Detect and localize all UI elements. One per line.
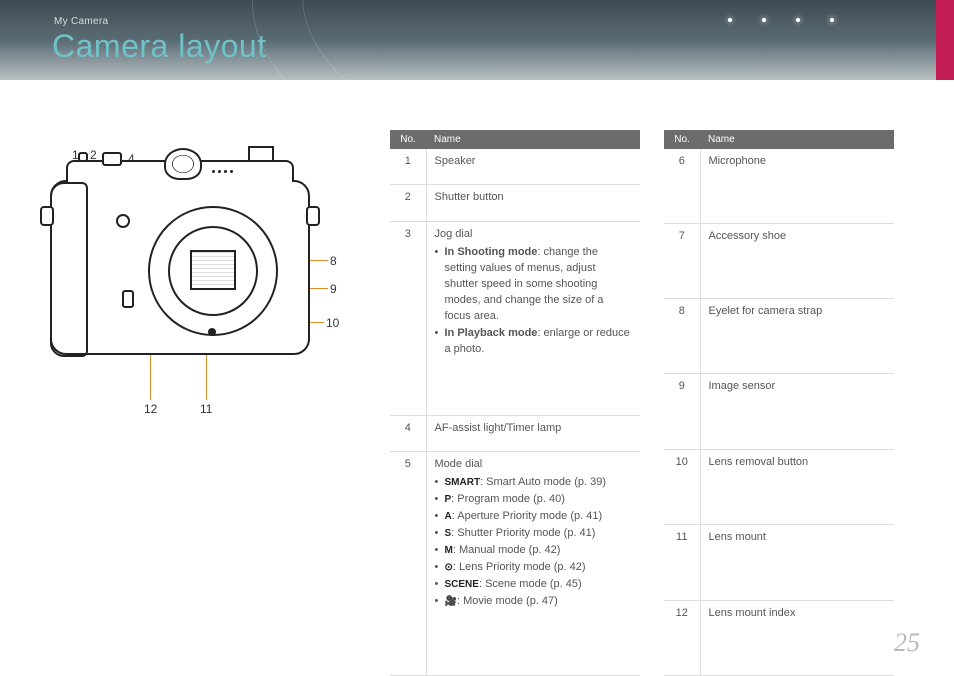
diagram-area: 1 2 3 4 5 6 7 8 9 10 12 11 <box>0 120 390 676</box>
grip <box>50 182 88 357</box>
callout-11: 11 <box>200 402 212 416</box>
callout-12: 12 <box>144 402 157 416</box>
tables-area: No. Name 1Speaker2Shutter button3Jog dia… <box>390 120 894 676</box>
mode-icon: P <box>445 494 452 505</box>
cell-name: Mode dialSMART: Smart Auto mode (p. 39)P… <box>426 452 640 676</box>
mode-icon: S <box>445 528 452 539</box>
camera-diagram <box>50 180 330 355</box>
mode-dial-icon <box>164 148 202 180</box>
page-title: Camera layout <box>52 28 267 65</box>
cell-no: 1 <box>390 149 426 185</box>
list-item: M: Manual mode (p. 42) <box>435 543 633 559</box>
cell-no: 4 <box>390 415 426 452</box>
cell-no: 9 <box>664 374 700 449</box>
mode-icon: SMART <box>445 477 481 488</box>
camera-body <box>50 180 310 355</box>
cell-name: Speaker <box>426 149 640 185</box>
list-item: S: Shutter Priority mode (p. 41) <box>435 526 633 542</box>
image-sensor-icon <box>190 250 236 290</box>
table-row: 10Lens removal button <box>664 449 894 524</box>
th-name: Name <box>426 130 640 149</box>
cell-no: 5 <box>390 452 426 676</box>
table-row: 1Speaker <box>390 149 640 185</box>
cell-name: Shutter button <box>426 185 640 222</box>
cell-name: AF-assist light/Timer lamp <box>426 415 640 452</box>
microphone-icon <box>212 170 233 173</box>
cell-no: 10 <box>664 449 700 524</box>
table-row: 12Lens mount index <box>664 600 894 675</box>
cell-no: 12 <box>664 600 700 675</box>
table-row: 2Shutter button <box>390 185 640 222</box>
table-row: 9Image sensor <box>664 374 894 449</box>
speaker-icon <box>78 152 88 162</box>
mode-icon: SCENE <box>445 579 479 590</box>
list-item: 🎥: Movie mode (p. 47) <box>435 594 633 610</box>
cell-no: 2 <box>390 185 426 222</box>
list-item: SCENE: Scene mode (p. 45) <box>435 577 633 593</box>
af-assist-light-icon <box>116 214 130 228</box>
th-no: No. <box>390 130 426 149</box>
mode-icon: 🎥 <box>445 596 457 607</box>
breadcrumb: My Camera <box>54 16 108 27</box>
table-row: 4AF-assist light/Timer lamp <box>390 415 640 452</box>
shutter-button-icon <box>102 152 122 166</box>
mode-icon: A <box>445 511 452 522</box>
list-item: SMART: Smart Auto mode (p. 39) <box>435 475 633 491</box>
table-row: 7Accessory shoe <box>664 223 894 298</box>
accent-bar <box>936 0 954 80</box>
th-name-2: Name <box>700 130 894 149</box>
content-area: 1 2 3 4 5 6 7 8 9 10 12 11 <box>0 120 954 676</box>
lens-mount-index-icon <box>208 328 216 336</box>
table-row: 3Jog dialIn Shooting mode: change the se… <box>390 222 640 416</box>
table-row: 5Mode dialSMART: Smart Auto mode (p. 39)… <box>390 452 640 676</box>
cell-name: Microphone <box>700 149 894 223</box>
cell-no: 6 <box>664 149 700 223</box>
list-item: P: Program mode (p. 40) <box>435 492 633 508</box>
eyelet-right-icon <box>306 206 320 226</box>
list-item: In Playback mode: enlarge or reduce a ph… <box>435 326 633 358</box>
cell-name: Accessory shoe <box>700 223 894 298</box>
mode-icon: M <box>445 545 453 556</box>
parts-table-1: No. Name 1Speaker2Shutter button3Jog dia… <box>390 130 640 676</box>
cell-name: Eyelet for camera strap <box>700 298 894 373</box>
lens-removal-button-icon <box>122 290 134 308</box>
callout-9: 9 <box>330 282 337 296</box>
cell-no: 3 <box>390 222 426 416</box>
page-number: 25 <box>894 628 920 658</box>
table-row: 6Microphone <box>664 149 894 223</box>
th-no-2: No. <box>664 130 700 149</box>
list-item: ⊙: Lens Priority mode (p. 42) <box>435 560 633 576</box>
mode-icon: ⊙ <box>445 562 453 573</box>
callout-8: 8 <box>330 254 337 268</box>
cell-no: 11 <box>664 525 700 600</box>
cell-name: Image sensor <box>700 374 894 449</box>
accessory-shoe-icon <box>248 146 274 162</box>
decorative-dots <box>728 18 834 22</box>
cell-no: 8 <box>664 298 700 373</box>
eyelet-left-icon <box>40 206 54 226</box>
table-row: 11Lens mount <box>664 525 894 600</box>
cell-no: 7 <box>664 223 700 298</box>
parts-table-2: No. Name 6Microphone7Accessory shoe8Eyel… <box>664 130 894 676</box>
cell-name: Lens removal button <box>700 449 894 524</box>
list-item: In Shooting mode: change the setting val… <box>435 245 633 325</box>
table-row: 8Eyelet for camera strap <box>664 298 894 373</box>
cell-name: Jog dialIn Shooting mode: change the set… <box>426 222 640 416</box>
cell-name: Lens mount index <box>700 600 894 675</box>
cell-name: Lens mount <box>700 525 894 600</box>
list-item: A: Aperture Priority mode (p. 41) <box>435 509 633 525</box>
